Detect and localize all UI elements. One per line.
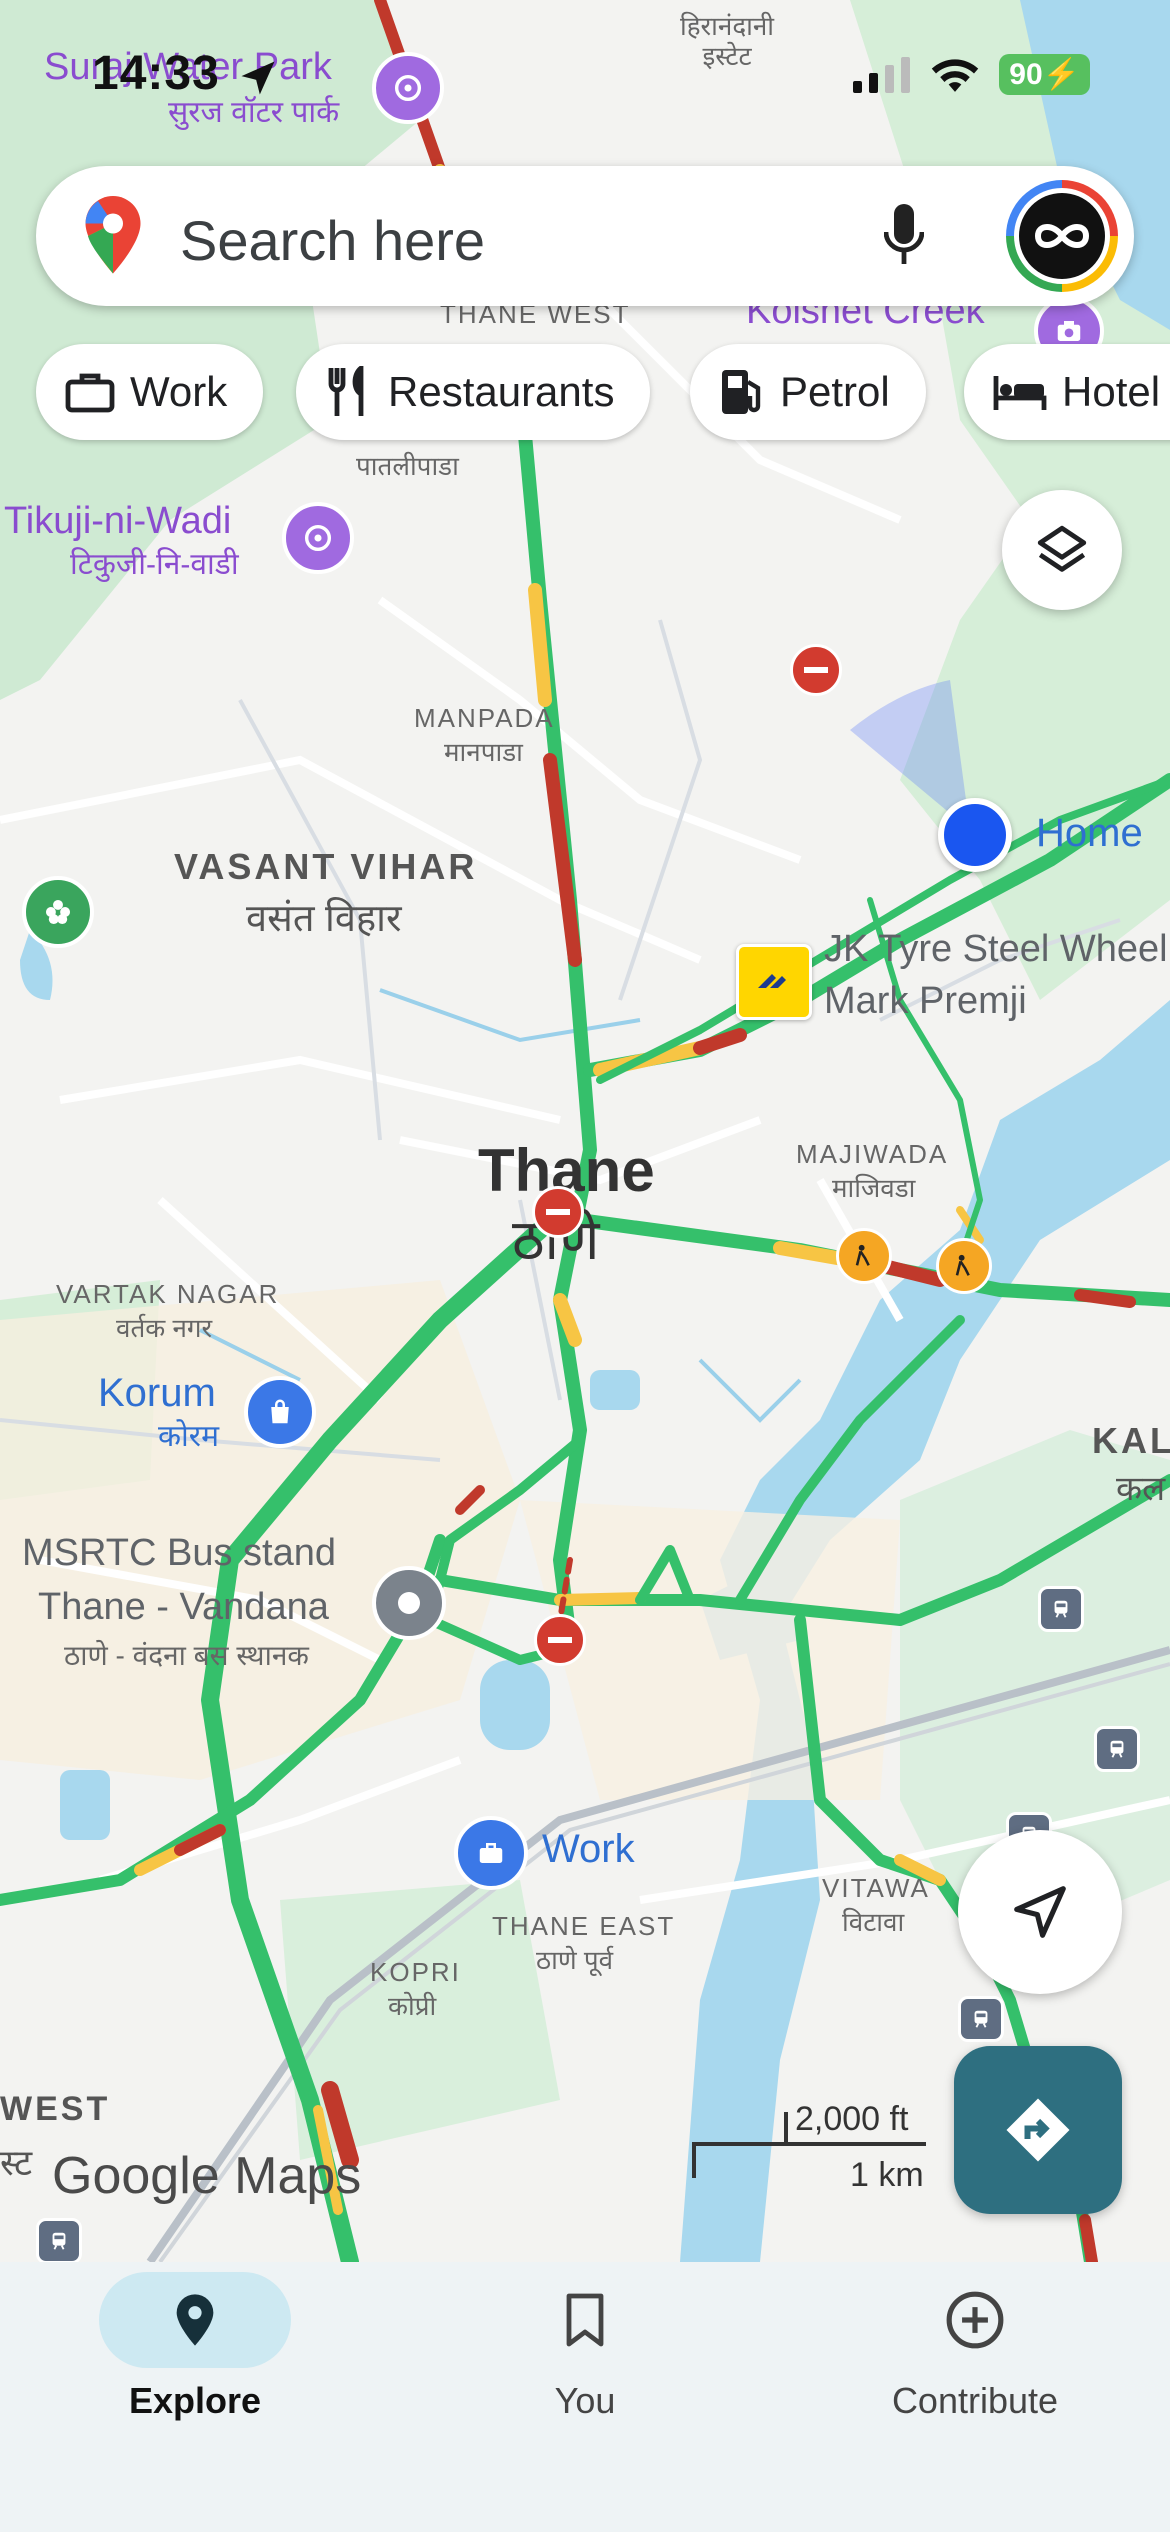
area-west: WEST	[0, 2090, 111, 2128]
my-location-button[interactable]	[958, 1830, 1122, 1994]
saved-place-home[interactable]: Home	[1036, 810, 1143, 856]
poi-suraj-water-park-hindi: सुरज वॉटर पार्क	[168, 96, 340, 129]
roadwork-icon[interactable]	[936, 1238, 992, 1294]
jk-tyre-logo-icon[interactable]	[736, 944, 812, 1020]
location-pin-icon	[176, 2294, 214, 2346]
google-maps-logo: Google Maps	[52, 2147, 362, 2205]
road-closure-icon[interactable]	[790, 644, 842, 696]
nav-you[interactable]: You	[390, 2262, 780, 2532]
train-station-icon[interactable]	[36, 2218, 82, 2264]
fork-knife-icon	[328, 366, 364, 416]
poi-korum-hindi: कोरम	[158, 1420, 220, 1453]
scale-km: 1 km	[850, 2156, 924, 2194]
roadwork-icon[interactable]	[836, 1228, 892, 1284]
microphone-icon[interactable]	[884, 204, 924, 268]
search-bar[interactable]: Search here	[36, 166, 1134, 306]
area-kal: KAL	[1092, 1420, 1170, 1461]
area-thane-east-hindi: ठाणे पूर्व	[536, 1945, 614, 1975]
cellular-signal-icon	[853, 56, 911, 93]
layers-button[interactable]	[1002, 490, 1122, 610]
chip-work[interactable]: Work	[36, 344, 264, 440]
area-majiwada: MAJIWADA	[796, 1139, 949, 1169]
chip-label: Hotel	[1062, 368, 1161, 415]
area-pataliphada-hindi: पातलीपाडा	[356, 451, 459, 481]
layers-icon	[1037, 525, 1087, 572]
bed-icon	[993, 376, 1047, 410]
bookmark-icon	[566, 2293, 604, 2347]
area-vitawa: VITAWA	[822, 1873, 930, 1903]
poi-tikuji-ni-wadi[interactable]: Tikuji-ni-Wadi	[4, 500, 231, 544]
search-placeholder[interactable]: Search here	[180, 208, 485, 273]
train-station-icon[interactable]	[958, 1996, 1004, 2042]
fuel-icon	[722, 370, 761, 414]
area-vasant-vihar: VASANT VIHAR	[174, 846, 478, 887]
nav-label: Contribute	[891, 2380, 1059, 2421]
navigation-arrow-icon	[1014, 1886, 1066, 1938]
area-vasant-vihar-hindi: वसंत विहार	[246, 898, 402, 940]
area-vitawa-hindi: विटावा	[842, 1907, 905, 1937]
nav-icon-holder	[879, 2272, 1071, 2368]
charging-bolt-icon: ⚡	[1042, 58, 1080, 91]
battery-level: 90	[1009, 58, 1043, 91]
amusement-park-pin-icon[interactable]	[372, 52, 444, 124]
bottom-navigation: Explore You Contribute	[0, 2262, 1170, 2532]
train-station-icon[interactable]	[1038, 1586, 1084, 1632]
current-location-dot[interactable]	[938, 798, 1012, 872]
chip-label: Work	[130, 368, 228, 415]
chip-restaurants[interactable]: Restaurants	[296, 344, 651, 440]
area-majiwada-hindi: माजिवडा	[832, 1173, 916, 1203]
poi-jk-tyre-line1[interactable]: JK Tyre Steel Wheel	[824, 928, 1168, 972]
poi-msrtc-hindi: ठाणे - वंदना बस स्थानक	[64, 1640, 309, 1671]
nav-active-indicator	[99, 2272, 291, 2368]
poi-tikuji-ni-wadi-hindi: टिकुजी-नि-वाडी	[70, 548, 239, 581]
work-briefcase-pin-icon[interactable]	[454, 1816, 528, 1890]
google-maps-pin-icon	[85, 196, 141, 274]
area-hiranandani-hindi: हिरानंदानी इस्टेट	[680, 11, 775, 71]
poi-jk-tyre-line2: Mark Premji	[824, 980, 1027, 1022]
area-kopri: KOPRI	[370, 1957, 461, 1987]
location-arrow-icon	[241, 61, 275, 95]
road-closure-icon[interactable]	[532, 1186, 584, 1238]
area-vartak-nagar-hindi: वर्तक नगर	[116, 1313, 213, 1343]
profile-avatar[interactable]	[1006, 180, 1118, 292]
status-time: 14:33	[92, 47, 220, 100]
scale-feet: 2,000 ft	[795, 2100, 909, 2138]
briefcase-icon	[65, 373, 115, 413]
area-kal-hindi: कल	[1116, 1470, 1166, 1508]
chip-label: Petrol	[780, 368, 890, 415]
wifi-icon	[932, 58, 979, 92]
area-vartak-nagar: VARTAK NAGAR	[56, 1279, 280, 1309]
area-west-hindi: स्ट	[0, 2142, 33, 2183]
nav-explore[interactable]: Explore	[0, 2262, 390, 2532]
chip-petrol[interactable]: Petrol	[690, 344, 926, 440]
garden-pin-icon[interactable]	[22, 876, 94, 948]
train-station-icon[interactable]	[1094, 1726, 1140, 1772]
nav-icon-holder	[489, 2272, 681, 2368]
amusement-park-pin-icon[interactable]	[282, 502, 354, 574]
chip-label: Restaurants	[388, 368, 615, 415]
nav-label: You	[554, 2380, 616, 2421]
saved-place-work[interactable]: Work	[542, 1826, 635, 1872]
battery-indicator: 90⚡	[999, 54, 1090, 95]
poi-msrtc-line2: Thane - Vandana	[38, 1586, 329, 1628]
shopping-bag-pin-icon[interactable]	[244, 1376, 316, 1448]
directions-icon	[1006, 2098, 1070, 2162]
nav-label: Explore	[128, 2380, 262, 2421]
status-icons: 90⚡	[853, 54, 1090, 95]
area-kopri-hindi: कोप्री	[388, 1991, 437, 2021]
directions-button[interactable]	[954, 2046, 1122, 2214]
area-manpada-hindi: मानपाडा	[444, 737, 523, 767]
nav-contribute[interactable]: Contribute	[780, 2262, 1170, 2532]
area-manpada: MANPADA	[414, 703, 555, 733]
area-thane-east: THANE EAST	[492, 1911, 676, 1941]
road-closure-icon[interactable]	[534, 1614, 586, 1666]
infinity-icon	[1034, 224, 1090, 248]
poi-msrtc-line1[interactable]: MSRTC Bus stand	[22, 1532, 336, 1576]
poi-korum[interactable]: Korum	[98, 1370, 216, 1416]
chip-hotel[interactable]: Hotel	[964, 344, 1170, 440]
bus-stand-pin-icon[interactable]	[372, 1566, 446, 1640]
add-circle-icon	[946, 2291, 1004, 2349]
